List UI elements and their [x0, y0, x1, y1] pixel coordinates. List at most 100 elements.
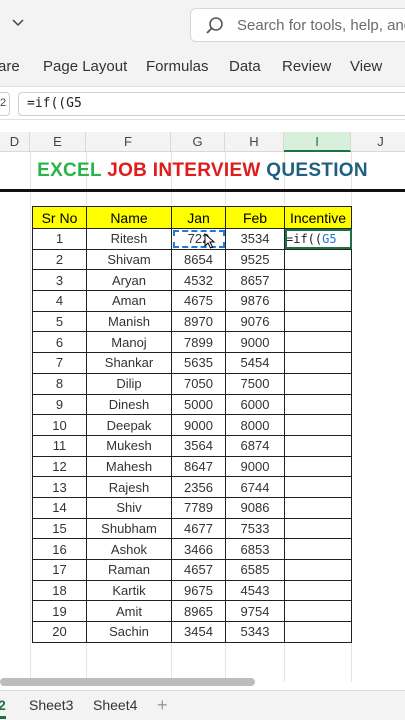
cell-sr-no[interactable]: 8: [32, 372, 87, 395]
cell-sr-no[interactable]: 3: [32, 269, 87, 292]
cell-jan[interactable]: 9000: [171, 414, 226, 436]
cell-jan[interactable]: 3454: [171, 621, 226, 643]
cell-jan[interactable]: 4677: [171, 517, 226, 540]
cell-jan[interactable]: 8654: [171, 248, 226, 271]
cell-feb[interactable]: 8000: [225, 414, 285, 436]
cell-sr-no[interactable]: 5: [32, 310, 87, 333]
cell-name[interactable]: Ritesh: [86, 228, 172, 250]
cell-sr-no[interactable]: 15: [32, 517, 87, 540]
cell-feb[interactable]: 9525: [225, 248, 285, 271]
cell-incentive[interactable]: [284, 517, 352, 540]
cell-sr-no[interactable]: 17: [32, 559, 87, 581]
sheet-tab-active[interactable]: 2: [0, 697, 6, 719]
cell-jan[interactable]: 4675: [171, 290, 226, 312]
cell-feb[interactable]: 9076: [225, 310, 285, 333]
cell-sr-no[interactable]: 14: [32, 496, 87, 519]
cell-incentive[interactable]: [284, 352, 352, 374]
cell-name[interactable]: Amit: [86, 600, 172, 623]
cell-sr-no[interactable]: 7: [32, 352, 87, 374]
tab-formulas[interactable]: Formulas: [146, 58, 209, 75]
cell-jan[interactable]: 2356: [171, 476, 226, 498]
cell-name[interactable]: Shiv: [86, 496, 172, 519]
cell-name[interactable]: Mukesh: [86, 434, 172, 457]
cell-jan[interactable]: 9675: [171, 579, 226, 602]
cell-incentive[interactable]: [284, 434, 352, 457]
cell-jan[interactable]: 8647: [171, 455, 226, 478]
header-name[interactable]: Name: [86, 206, 172, 229]
cell-incentive[interactable]: [284, 269, 352, 292]
cell-incentive[interactable]: [284, 393, 352, 416]
cell-sr-no[interactable]: 10: [32, 414, 87, 436]
cell-name[interactable]: Deepak: [86, 414, 172, 436]
search-box[interactable]: Search for tools, help, and: [190, 8, 405, 42]
cell-feb[interactable]: 5454: [225, 352, 285, 374]
sheet-tab-sheet3[interactable]: Sheet3: [29, 697, 73, 713]
cell-sr-no[interactable]: 11: [32, 434, 87, 457]
cell-feb[interactable]: 4543: [225, 579, 285, 602]
cell-name[interactable]: Raman: [86, 559, 172, 581]
add-sheet-icon[interactable]: +: [157, 695, 168, 716]
column-header-d[interactable]: D: [0, 132, 30, 152]
cell-jan[interactable]: 7899: [171, 331, 226, 354]
tab-view[interactable]: View: [350, 58, 382, 75]
cell-feb[interactable]: 6000: [225, 393, 285, 416]
cell-incentive[interactable]: [284, 496, 352, 519]
tab-review[interactable]: Review: [282, 58, 331, 75]
cell-feb[interactable]: 3534: [225, 228, 285, 250]
cell-incentive[interactable]: [284, 372, 352, 395]
cell-jan[interactable]: 5000: [171, 393, 226, 416]
cell-jan[interactable]: 3466: [171, 538, 226, 560]
cell-feb[interactable]: 7533: [225, 517, 285, 540]
column-header-i[interactable]: I: [284, 132, 351, 152]
tab-page-layout[interactable]: Page Layout: [43, 58, 127, 75]
name-box[interactable]: 2: [0, 92, 10, 116]
cell-jan[interactable]: 8970: [171, 310, 226, 333]
cell-jan[interactable]: 7789: [171, 496, 226, 519]
cell-feb[interactable]: 9754: [225, 600, 285, 623]
cell-feb[interactable]: 9000: [225, 455, 285, 478]
cell-sr-no[interactable]: 19: [32, 600, 87, 623]
cell-sr-no[interactable]: 9: [32, 393, 87, 416]
cell-jan[interactable]: 722: [171, 228, 226, 250]
cell-sr-no[interactable]: 1: [32, 228, 87, 250]
column-header-f[interactable]: F: [86, 132, 171, 152]
cell-name[interactable]: Aryan: [86, 269, 172, 292]
chevron-down-icon[interactable]: [10, 14, 30, 34]
cell-feb[interactable]: 7500: [225, 372, 285, 395]
cell-name[interactable]: Shubham: [86, 517, 172, 540]
cell-feb[interactable]: 6744: [225, 476, 285, 498]
column-header-j[interactable]: J: [351, 132, 405, 152]
cell-name[interactable]: Manoj: [86, 331, 172, 354]
cell-name[interactable]: Shivam: [86, 248, 172, 271]
header-jan[interactable]: Jan: [171, 206, 226, 229]
cell-incentive[interactable]: [284, 414, 352, 436]
cell-sr-no[interactable]: 16: [32, 538, 87, 560]
sheet-tab-sheet4[interactable]: Sheet4: [93, 697, 137, 713]
cell-sr-no[interactable]: 2: [32, 248, 87, 271]
formula-input[interactable]: =if((G5: [18, 92, 405, 116]
cell-jan[interactable]: 4657: [171, 559, 226, 581]
cell-sr-no[interactable]: 13: [32, 476, 87, 498]
cell-incentive[interactable]: [284, 248, 352, 271]
cell-sr-no[interactable]: 20: [32, 621, 87, 643]
header-feb[interactable]: Feb: [225, 206, 285, 229]
header-incentive[interactable]: Incentive: [284, 206, 352, 229]
cell-incentive[interactable]: =if((G5: [284, 228, 352, 250]
cell-feb[interactable]: 9086: [225, 496, 285, 519]
column-header-e[interactable]: E: [30, 132, 86, 152]
cell-feb[interactable]: 9000: [225, 331, 285, 354]
cell-jan[interactable]: 7050: [171, 372, 226, 395]
horizontal-scrollbar[interactable]: [0, 678, 255, 686]
tab-share[interactable]: are: [0, 58, 20, 75]
cell-name[interactable]: Sachin: [86, 621, 172, 643]
cell-feb[interactable]: 6585: [225, 559, 285, 581]
cell-incentive[interactable]: [284, 559, 352, 581]
cell-feb[interactable]: 6853: [225, 538, 285, 560]
cell-name[interactable]: Dilip: [86, 372, 172, 395]
cell-jan[interactable]: 8965: [171, 600, 226, 623]
column-header-h[interactable]: H: [225, 132, 284, 152]
cell-incentive[interactable]: [284, 476, 352, 498]
cell-sr-no[interactable]: 12: [32, 455, 87, 478]
cell-feb[interactable]: 8657: [225, 269, 285, 292]
cell-name[interactable]: Shankar: [86, 352, 172, 374]
